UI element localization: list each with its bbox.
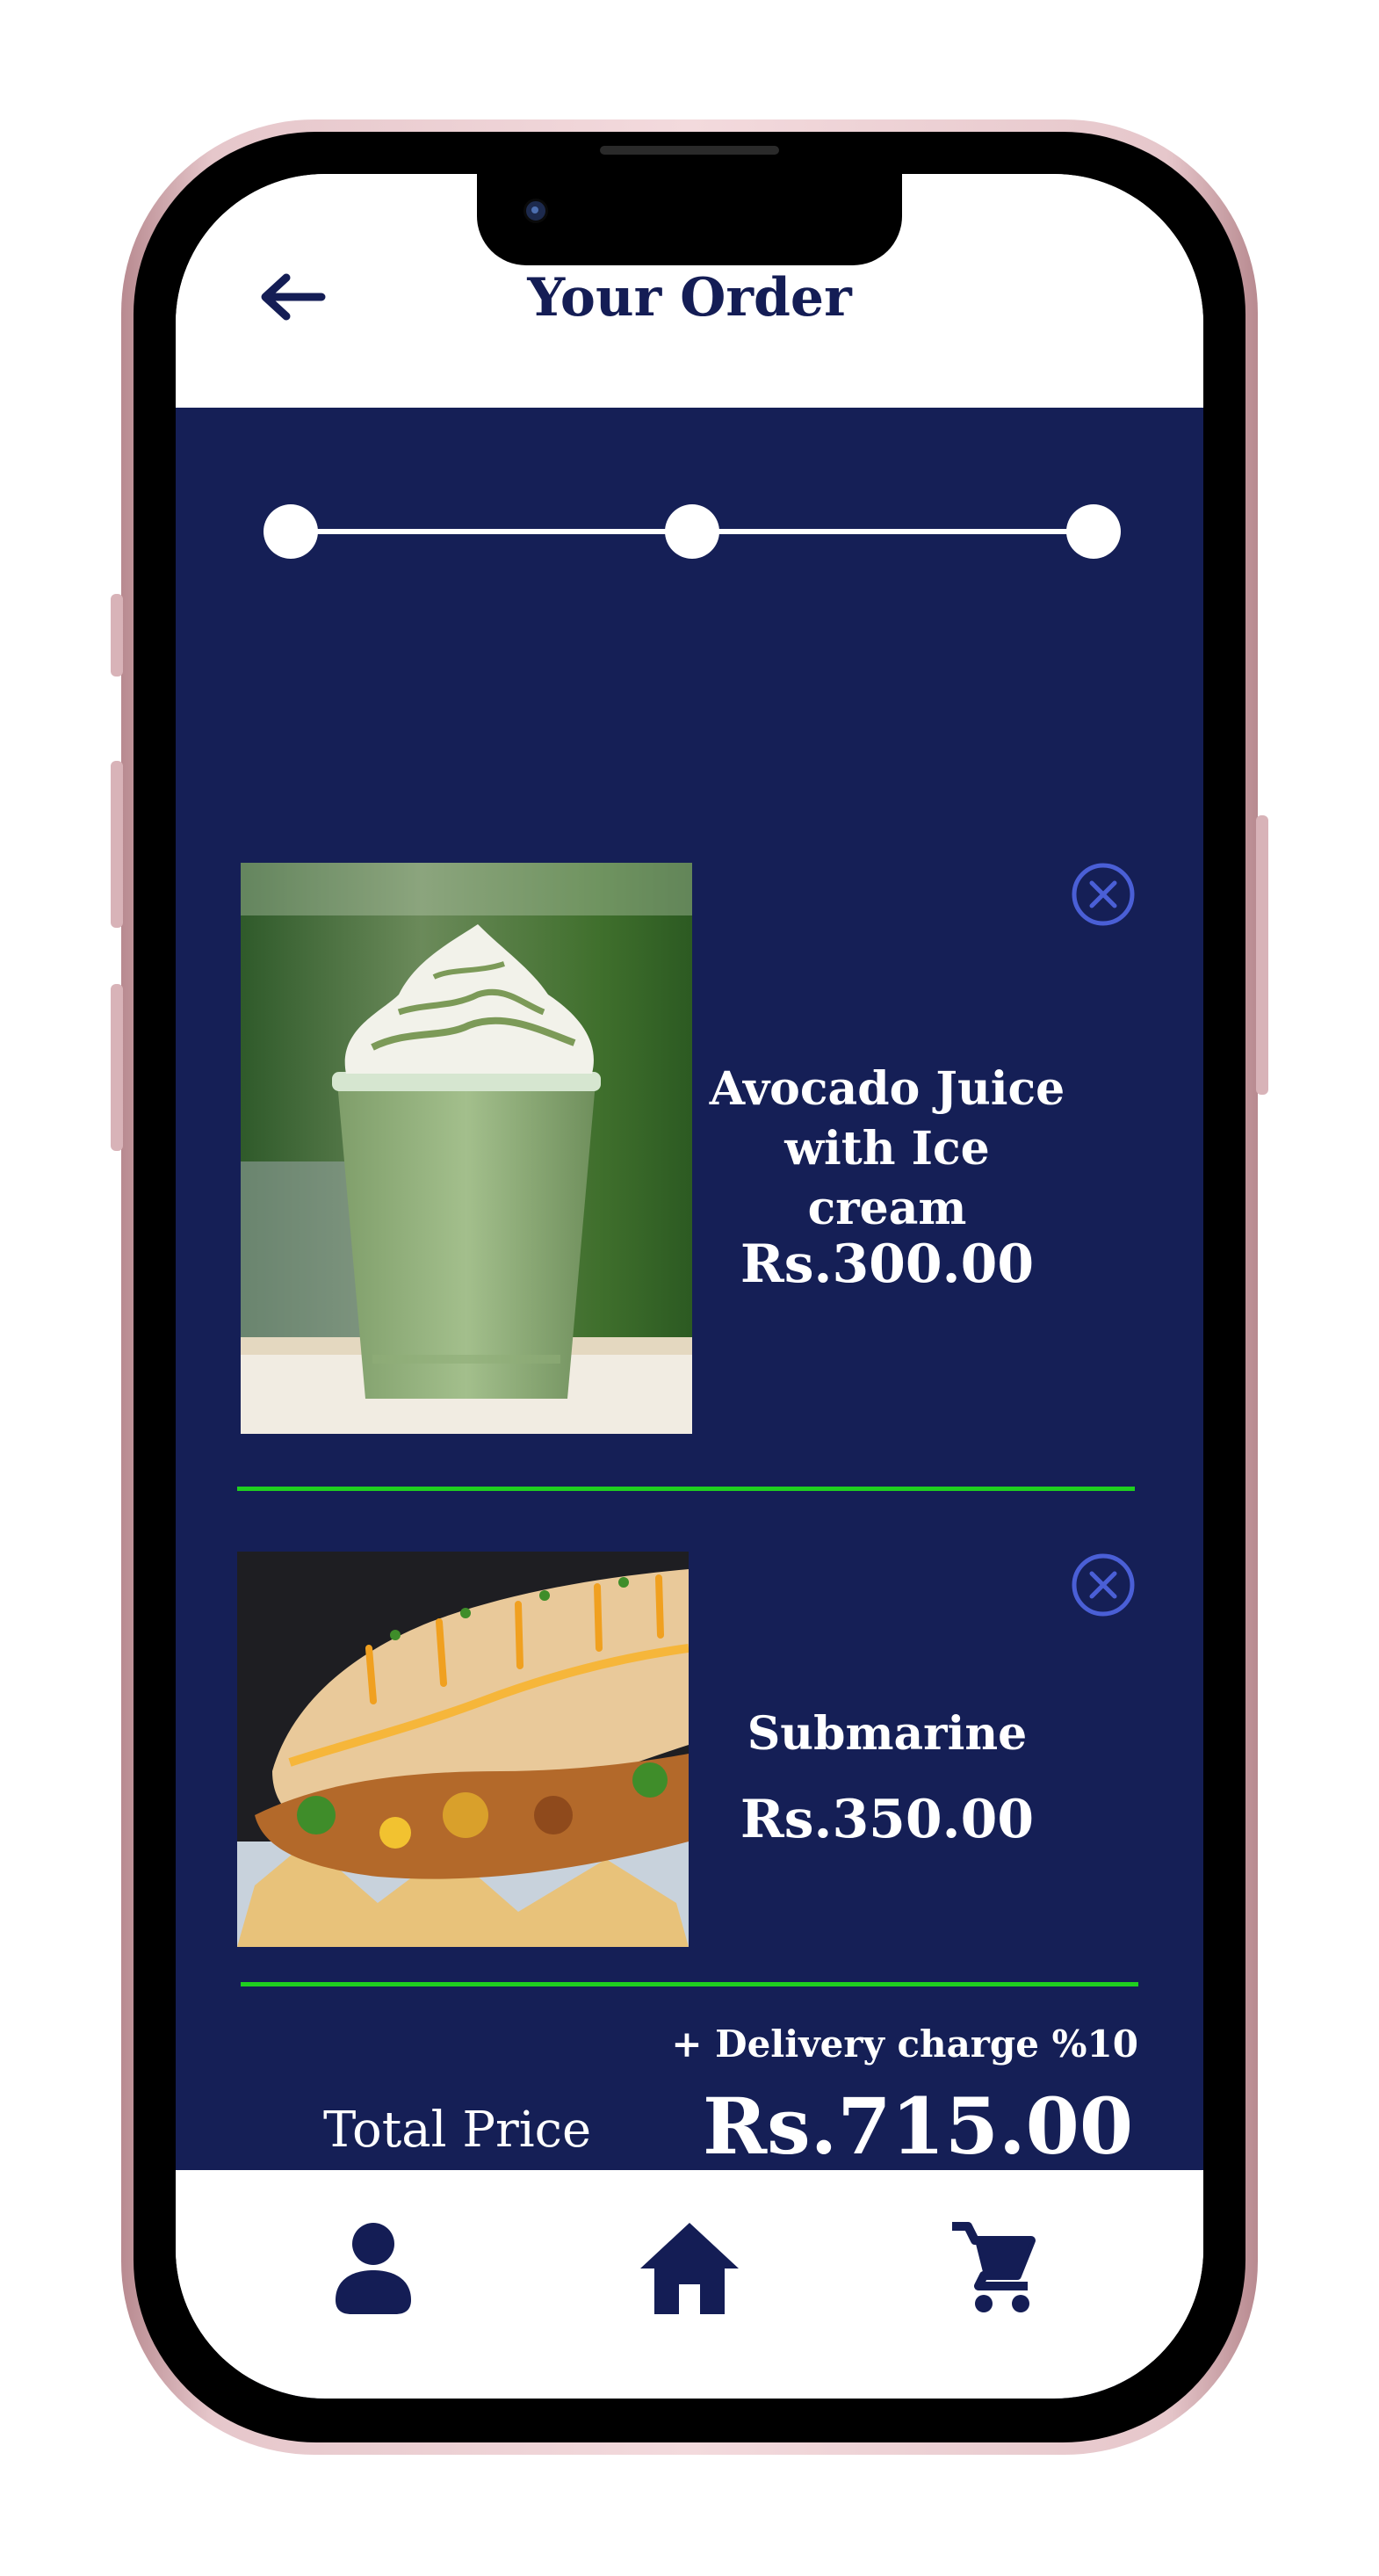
progress-step-3 (1066, 504, 1121, 559)
total-price-value: Rs.715.00 (703, 2080, 1134, 2172)
page-title: Your Order (527, 267, 852, 329)
progress-step-2 (665, 504, 719, 559)
item-divider (241, 1982, 1138, 1986)
item-divider (237, 1487, 1135, 1491)
phone-mute-switch (111, 594, 123, 677)
app-screen: Your Order Avocado Juice with Ice cream … (176, 174, 1203, 2399)
item-price: Rs.300.00 (740, 1234, 1035, 1295)
person-icon[interactable] (334, 2219, 413, 2316)
progress-step-1 (264, 504, 318, 559)
home-icon[interactable] (637, 2219, 742, 2316)
item-name-line2: with Ice cream (784, 1122, 990, 1235)
item-price: Rs.350.00 (740, 1789, 1035, 1850)
phone-speaker (600, 146, 779, 155)
progress-stepper (264, 501, 1121, 562)
item-name-line1: Avocado Juice (709, 1062, 1065, 1116)
item-name: Avocado Juice with Ice cream (703, 1060, 1072, 1239)
bottom-navigation (176, 2170, 1203, 2399)
phone-volume-down (111, 984, 123, 1151)
total-price-label: Total Price (323, 2102, 592, 2159)
cart-icon[interactable] (949, 2219, 1036, 2316)
delivery-charge-note: + Delivery charge %10 (671, 2022, 1138, 2066)
order-panel: Avocado Juice with Ice cream Rs.300.00 S… (176, 408, 1203, 2399)
close-circle-icon[interactable] (1070, 861, 1137, 928)
phone-volume-up (111, 761, 123, 928)
avocado-juice-image (241, 863, 692, 1434)
close-circle-icon[interactable] (1070, 1552, 1137, 1618)
item-name: Submarine (747, 1707, 1028, 1761)
submarine-image (237, 1552, 689, 1947)
phone-power-button (1256, 815, 1268, 1095)
front-camera (523, 199, 548, 223)
